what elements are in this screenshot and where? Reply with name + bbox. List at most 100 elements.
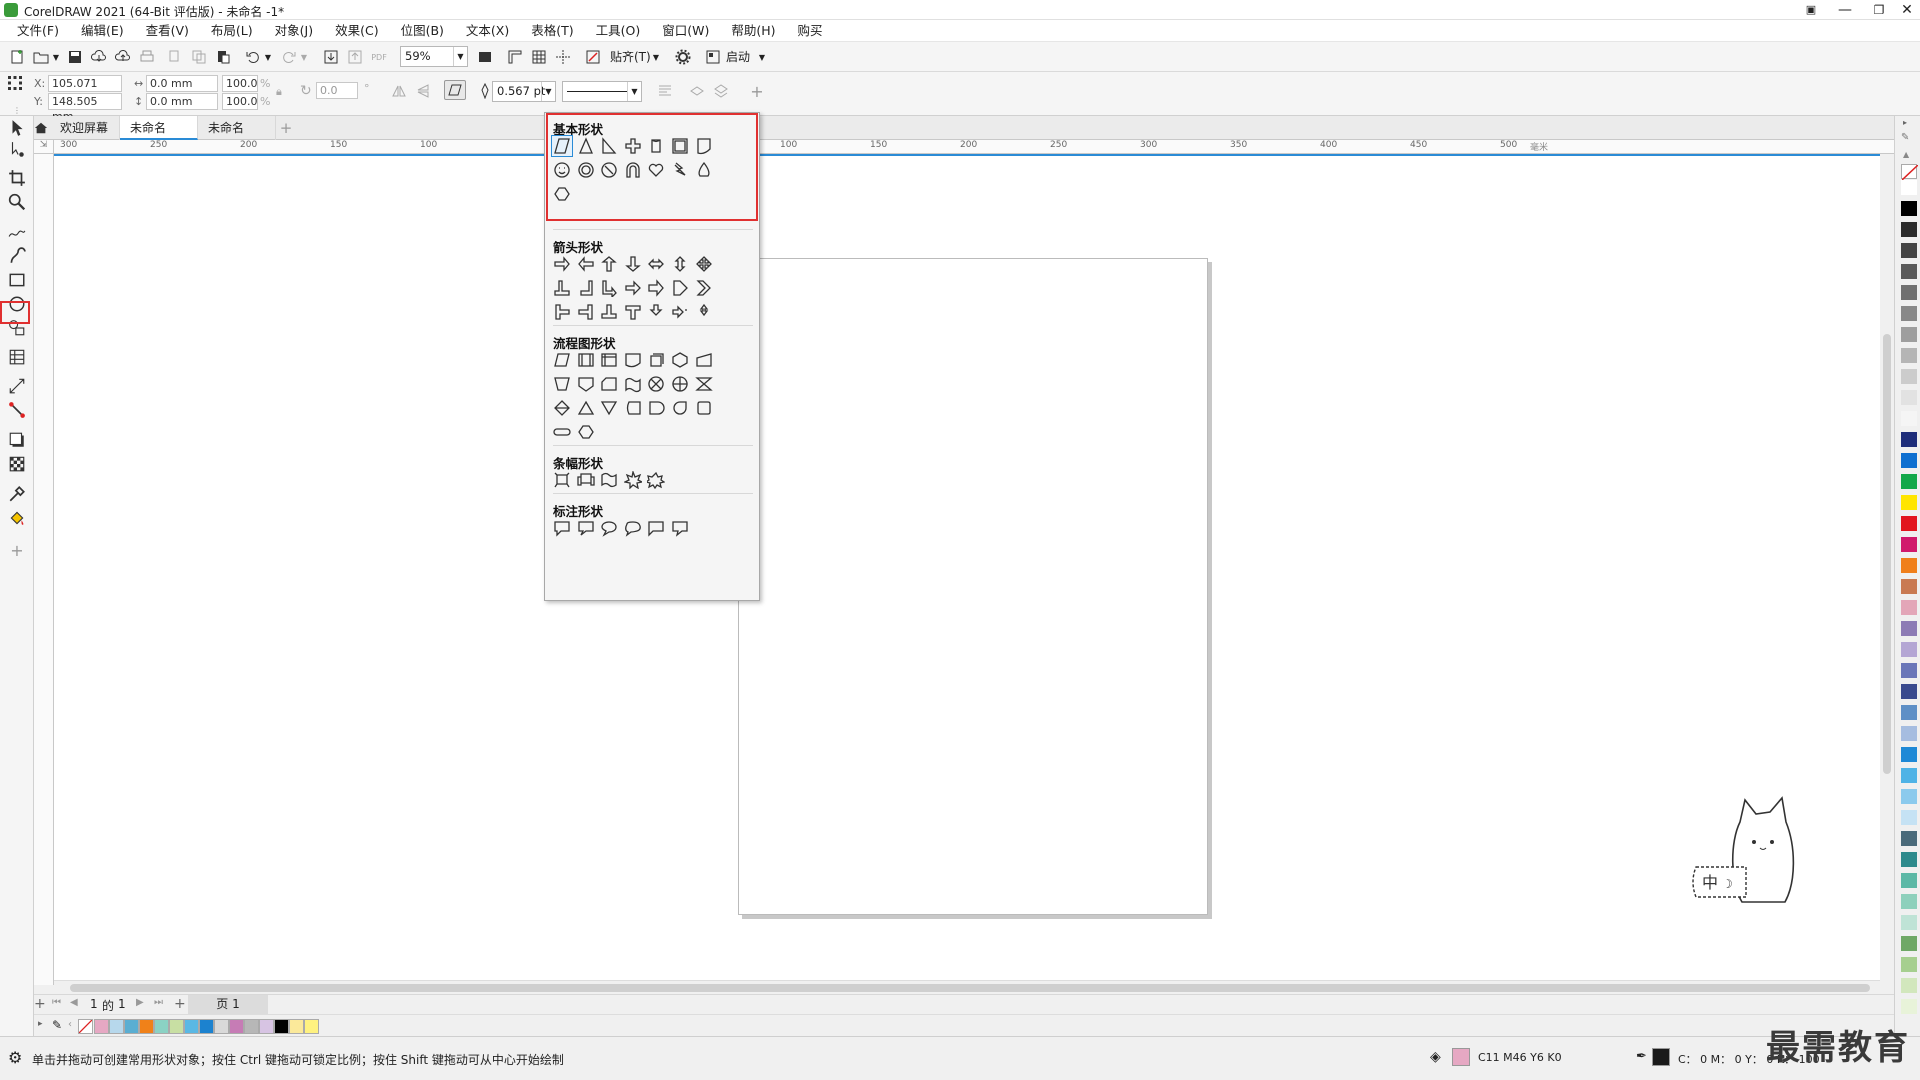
doc-palette-swatch[interactable] (139, 1019, 154, 1034)
arrow-shape-icon[interactable] (669, 277, 691, 299)
add-page-after-icon[interactable]: + (174, 996, 186, 1012)
menu-help[interactable]: 帮助(H) (720, 20, 786, 42)
tab-untitled-1[interactable]: 未命名 -1* (120, 116, 198, 159)
flowchart-shape-icon[interactable] (622, 349, 644, 371)
print-icon[interactable] (136, 47, 158, 67)
doc-palette-swatch[interactable] (94, 1019, 109, 1034)
menu-bitmaps[interactable]: 位图(B) (390, 20, 455, 42)
arrow-shape-icon[interactable] (622, 277, 644, 299)
perfect-shapes-icon[interactable] (444, 80, 466, 100)
next-page-icon[interactable]: ▶ (136, 997, 144, 1008)
x-position-field[interactable]: 105.071 mm (48, 75, 122, 105)
add-page-before-icon[interactable]: + (34, 996, 46, 1012)
menu-object[interactable]: 对象(J) (264, 20, 324, 42)
flowchart-shape-icon[interactable] (575, 349, 597, 371)
redo-icon[interactable] (278, 47, 300, 67)
cloud-download-icon[interactable] (88, 47, 110, 67)
arrow-shape-icon[interactable] (575, 253, 597, 275)
palette-eyedropper-icon[interactable]: ✎ (52, 1018, 62, 1032)
arrow-shape-icon[interactable] (598, 301, 620, 323)
doc-palette-swatch[interactable] (169, 1019, 184, 1034)
menu-effects[interactable]: 效果(C) (324, 20, 389, 42)
undo-dropdown-chevron-icon[interactable]: ▼ (262, 47, 274, 67)
flowchart-shape-icon[interactable] (575, 421, 597, 443)
menu-table[interactable]: 表格(T) (520, 20, 584, 42)
palette-color-swatch[interactable] (1901, 684, 1917, 699)
show-rulers-icon[interactable] (504, 47, 526, 67)
dimension-tool-icon[interactable] (5, 374, 29, 398)
snap-off-icon[interactable] (582, 47, 604, 67)
minimize-button[interactable]: — (1828, 0, 1862, 20)
palette-color-swatch[interactable] (1901, 369, 1917, 384)
flowchart-shape-icon[interactable] (622, 397, 644, 419)
flowchart-shape-icon[interactable] (551, 349, 573, 371)
doc-palette-swatch[interactable] (154, 1019, 169, 1034)
zoom-level-select[interactable]: 59% ▼ (400, 46, 468, 67)
callout-shape-icon[interactable] (551, 517, 573, 539)
horizontal-scrollbar[interactable] (54, 980, 1880, 994)
launch-chevron-down-icon[interactable]: ▼ (756, 47, 768, 67)
flowchart-shape-icon[interactable] (645, 349, 667, 371)
arrow-shape-icon[interactable] (575, 301, 597, 323)
palette-color-swatch[interactable] (1901, 390, 1917, 405)
show-guidelines-icon[interactable] (552, 47, 574, 67)
arrow-shape-icon[interactable] (645, 277, 667, 299)
flowchart-shape-icon[interactable] (551, 373, 573, 395)
flowchart-shape-icon[interactable] (645, 397, 667, 419)
palette-color-swatch[interactable] (1901, 201, 1917, 216)
basic-shape-icon[interactable] (551, 159, 573, 181)
to-front-icon[interactable] (686, 81, 708, 101)
home-icon[interactable] (34, 116, 48, 140)
banner-shape-icon[interactable] (551, 469, 573, 491)
pick-tool-icon[interactable] (5, 116, 29, 140)
snap-chevron-down-icon[interactable]: ▼ (650, 47, 662, 67)
basic-shape-icon[interactable] (622, 135, 644, 157)
undo-icon[interactable] (242, 47, 264, 67)
palette-color-swatch[interactable] (1901, 705, 1917, 720)
basic-shape-icon[interactable] (551, 135, 573, 157)
last-page-icon[interactable]: ⏭ (154, 997, 163, 1008)
vertical-scroll-thumb[interactable] (1883, 334, 1891, 774)
flowchart-shape-icon[interactable] (669, 349, 691, 371)
vertical-scrollbar[interactable] (1880, 154, 1894, 980)
transparency-tool-icon[interactable] (5, 452, 29, 476)
palette-color-swatch[interactable] (1901, 852, 1917, 867)
menu-file[interactable]: 文件(F) (6, 20, 70, 42)
launch-label[interactable]: 启动 (726, 48, 750, 65)
palette-color-swatch[interactable] (1901, 642, 1917, 657)
palette-color-swatch[interactable] (1901, 600, 1917, 615)
palette-color-swatch[interactable] (1901, 180, 1917, 195)
menu-layout[interactable]: 布局(L) (200, 20, 264, 42)
basic-shape-icon[interactable] (575, 135, 597, 157)
open-dropdown-chevron-icon[interactable]: ▼ (50, 47, 62, 67)
doc-palette-swatch[interactable] (109, 1019, 124, 1034)
tab-welcome-screen[interactable]: 欢迎屏幕 (50, 116, 120, 140)
palette-color-swatch[interactable] (1901, 327, 1917, 342)
height-field[interactable]: 0.0 mm (146, 93, 218, 110)
palette-color-swatch[interactable] (1901, 999, 1917, 1014)
callout-shape-icon[interactable] (669, 517, 691, 539)
arrow-shape-icon[interactable] (551, 253, 573, 275)
arrow-shape-icon[interactable] (598, 253, 620, 275)
palette-color-swatch[interactable] (1901, 348, 1917, 363)
arrow-shape-icon[interactable] (575, 277, 597, 299)
arrow-shape-icon[interactable] (645, 253, 667, 275)
y-position-field[interactable]: 148.505 mm (48, 93, 122, 123)
flowchart-shape-icon[interactable] (575, 373, 597, 395)
outline-color-swatch[interactable] (1652, 1048, 1670, 1066)
palette-color-swatch[interactable] (1901, 726, 1917, 741)
palette-eyedropper-icon[interactable]: ✎ (1901, 132, 1909, 143)
arrow-shape-icon[interactable] (551, 277, 573, 299)
artistic-media-tool-icon[interactable] (5, 244, 29, 268)
callout-shape-icon[interactable] (645, 517, 667, 539)
table-tool-icon[interactable] (5, 345, 29, 369)
flowchart-shape-icon[interactable] (551, 421, 573, 443)
palette-flyout-arrow-icon[interactable]: ▸ (1903, 118, 1907, 127)
arrow-shape-icon[interactable] (645, 301, 667, 323)
mirror-vertical-icon[interactable] (412, 81, 434, 101)
callout-shape-icon[interactable] (622, 517, 644, 539)
basic-shape-icon[interactable] (645, 159, 667, 181)
palette-color-swatch[interactable] (1901, 474, 1917, 489)
drop-shadow-tool-icon[interactable] (5, 428, 29, 452)
palette-color-swatch[interactable] (1901, 264, 1917, 279)
